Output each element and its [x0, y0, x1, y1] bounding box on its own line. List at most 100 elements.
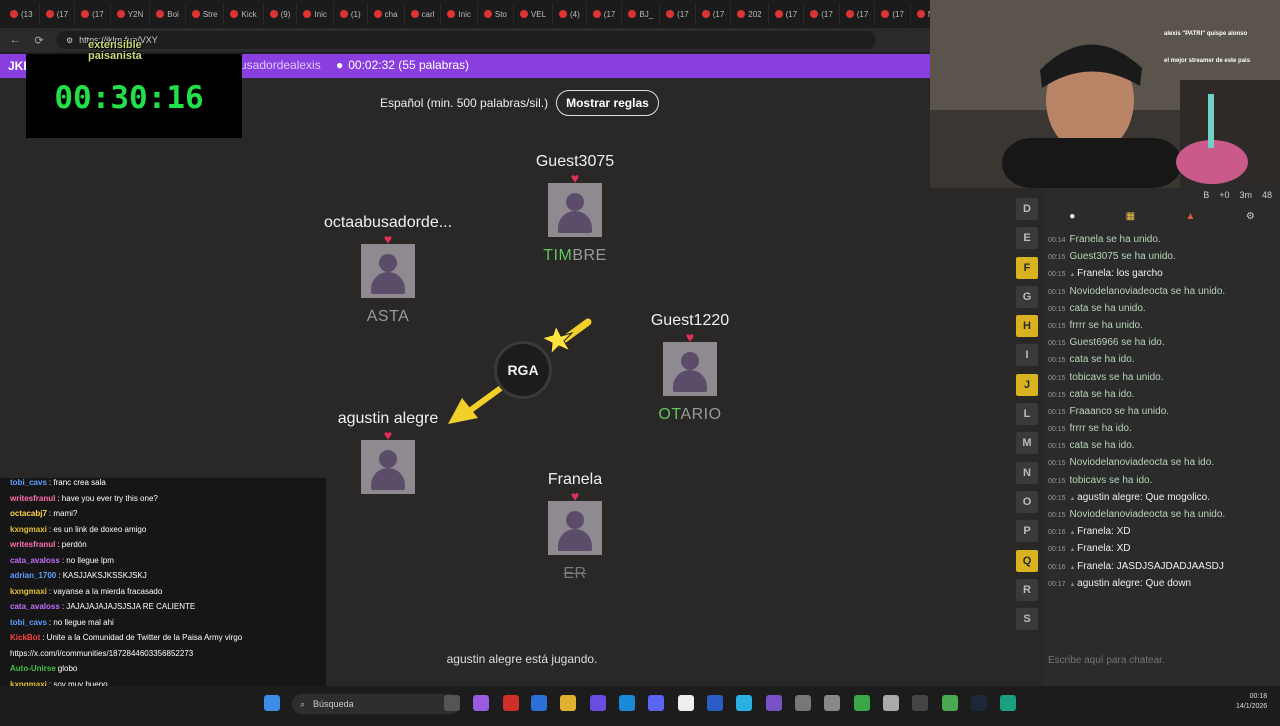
chat-message: 00:15cata se ha ido. [1048, 440, 1276, 457]
taskbar [0, 686, 1280, 720]
browser-tab[interactable]: (1) [334, 3, 368, 25]
browser-tab[interactable]: (17 [804, 3, 840, 25]
avatar [548, 501, 602, 555]
browser-tab[interactable]: Inic [297, 3, 333, 25]
browser-tab[interactable]: Stre [186, 3, 225, 25]
bonus-letter: L [1016, 403, 1038, 425]
browser-tab[interactable]: (17 [840, 3, 876, 25]
browser-tab[interactable]: Sto [478, 3, 514, 25]
terminal-icon[interactable] [912, 695, 928, 711]
app-icon[interactable] [736, 695, 752, 711]
players-tab-icon[interactable]: ▦ [1126, 211, 1135, 222]
bonus-letter: R [1016, 579, 1038, 601]
task-view-icon[interactable] [444, 695, 460, 711]
settings-tab-icon[interactable]: ⚙ [1246, 211, 1255, 222]
stream-chat-message: KickBot: Unite a la Comunidad de Twitter… [0, 633, 326, 649]
browser-tab[interactable]: cha [368, 3, 405, 25]
round-timer: ● 00:02:32 (55 palabras) [336, 58, 469, 72]
stream-chat-message: kxngmaxi: vayanse a la mierda fracasado [0, 587, 326, 603]
chat-message: 00:16▲ Franela: XD [1048, 526, 1276, 543]
show-rules-button[interactable]: Mostrar reglas [556, 90, 659, 116]
chat-user[interactable]: agustin alegre [1077, 578, 1140, 589]
settings-icon[interactable] [795, 695, 811, 711]
browser-tab[interactable]: (17 [660, 3, 696, 25]
browser-tab[interactable]: carl [405, 3, 442, 25]
rules-text: Español (min. 500 palabras/sil.) [380, 96, 548, 110]
chat-user[interactable]: agustin alegre [1077, 492, 1140, 503]
browser-tab[interactable]: (17 [769, 3, 805, 25]
store-icon[interactable] [531, 695, 547, 711]
browser-tab[interactable]: (17 [40, 3, 76, 25]
browser-tab[interactable]: (17 [696, 3, 732, 25]
browser-tab[interactable]: Kick [224, 3, 263, 25]
browser-tab[interactable]: Boi [150, 3, 186, 25]
app-icon[interactable] [883, 695, 899, 711]
bonus-letter: N [1016, 462, 1038, 484]
chat-message: 00:15cata se ha ido. [1048, 354, 1276, 371]
chat-user[interactable]: Franela [1077, 268, 1111, 279]
stream-chat-message: octacabj7: mami? [0, 509, 326, 525]
player-name: Guest3075 [485, 153, 665, 171]
chat-message: 00:14Franela se ha unido. [1048, 234, 1276, 251]
chat-input[interactable] [1048, 652, 1272, 668]
url-field[interactable]: ⚙ https://jklm.fun/VXY [56, 31, 876, 49]
app-icon[interactable] [707, 695, 723, 711]
browser-tab[interactable]: (13 [4, 3, 40, 25]
round-timer-text: 00:02:32 (55 palabras) [348, 58, 469, 72]
taskbar-search[interactable]: ⌕ Búsqueda [292, 694, 460, 714]
heart-icon: ♥ [485, 491, 665, 501]
bonus-letter: I [1016, 344, 1038, 366]
chrome-icon[interactable] [854, 695, 870, 711]
tab-favicon-icon [270, 10, 278, 18]
chat-message: 00:15Guest3075 se ha unido. [1048, 251, 1276, 268]
tab-favicon-icon [666, 10, 674, 18]
search-label: Búsqueda [313, 699, 354, 709]
back-icon[interactable]: ← [8, 34, 22, 46]
room-tab-icon[interactable]: ▲ [1186, 211, 1196, 222]
discord-icon[interactable] [648, 695, 664, 711]
bonus-letter: P [1016, 520, 1038, 542]
app-icon[interactable] [678, 695, 694, 711]
chat-user[interactable]: Franela [1077, 526, 1111, 537]
tab-favicon-icon [737, 10, 745, 18]
copilot-icon[interactable] [473, 695, 489, 711]
tab-favicon-icon [917, 10, 925, 18]
browser-tab[interactable]: VEL [514, 3, 553, 25]
chat-message: 00:15cata se ha unido. [1048, 303, 1276, 320]
word-typed: OT [658, 406, 680, 423]
steam-icon[interactable] [971, 695, 987, 711]
browser-tab[interactable]: BJ_ [622, 3, 660, 25]
bonus-letter: F [1016, 257, 1038, 279]
app-icon[interactable] [1000, 695, 1016, 711]
reload-icon[interactable]: ⟳ [32, 34, 46, 47]
browser-tab[interactable]: (4) [553, 3, 587, 25]
chat-user[interactable]: Franela [1077, 543, 1111, 554]
windows-start-icon[interactable] [264, 695, 280, 711]
browser-tab[interactable]: 202 [731, 3, 768, 25]
chat-message: 00:15tobicavs se ha ido. [1048, 475, 1276, 492]
folder-icon[interactable] [560, 695, 576, 711]
browser-tab[interactable]: (17 [587, 3, 623, 25]
avatar [361, 244, 415, 298]
app-icon[interactable] [824, 695, 840, 711]
app-icon[interactable] [766, 695, 782, 711]
app-icon[interactable] [590, 695, 606, 711]
edge-icon[interactable] [619, 695, 635, 711]
chat-user[interactable]: Franela [1077, 561, 1111, 572]
browser-tab[interactable]: (17 [875, 3, 911, 25]
browser-tab[interactable]: Inic [441, 3, 477, 25]
player-name: octaabusadorde... [298, 214, 478, 232]
chrome-icon[interactable] [942, 695, 958, 711]
heart-icon: ♥ [298, 234, 478, 244]
browser-tab[interactable]: (9) [264, 3, 298, 25]
browser-tab[interactable]: (17 [75, 3, 111, 25]
app-icon[interactable] [503, 695, 519, 711]
tab-favicon-icon [230, 10, 238, 18]
browser-tab[interactable]: Y2N [111, 3, 151, 25]
chat-tab-icon[interactable]: ● [1069, 211, 1075, 222]
stream-chat-message: cata_avaloss: JAJAJAJAJAJSJSJA RE CALIEN… [0, 602, 326, 618]
bonus-letter: G [1016, 286, 1038, 308]
chat-message: 00:16▲ Franela: JASDJSAJDADJAASDJ [1048, 561, 1276, 578]
player-name: Franela [485, 471, 665, 489]
site-info-icon[interactable]: ⚙ [66, 36, 73, 45]
